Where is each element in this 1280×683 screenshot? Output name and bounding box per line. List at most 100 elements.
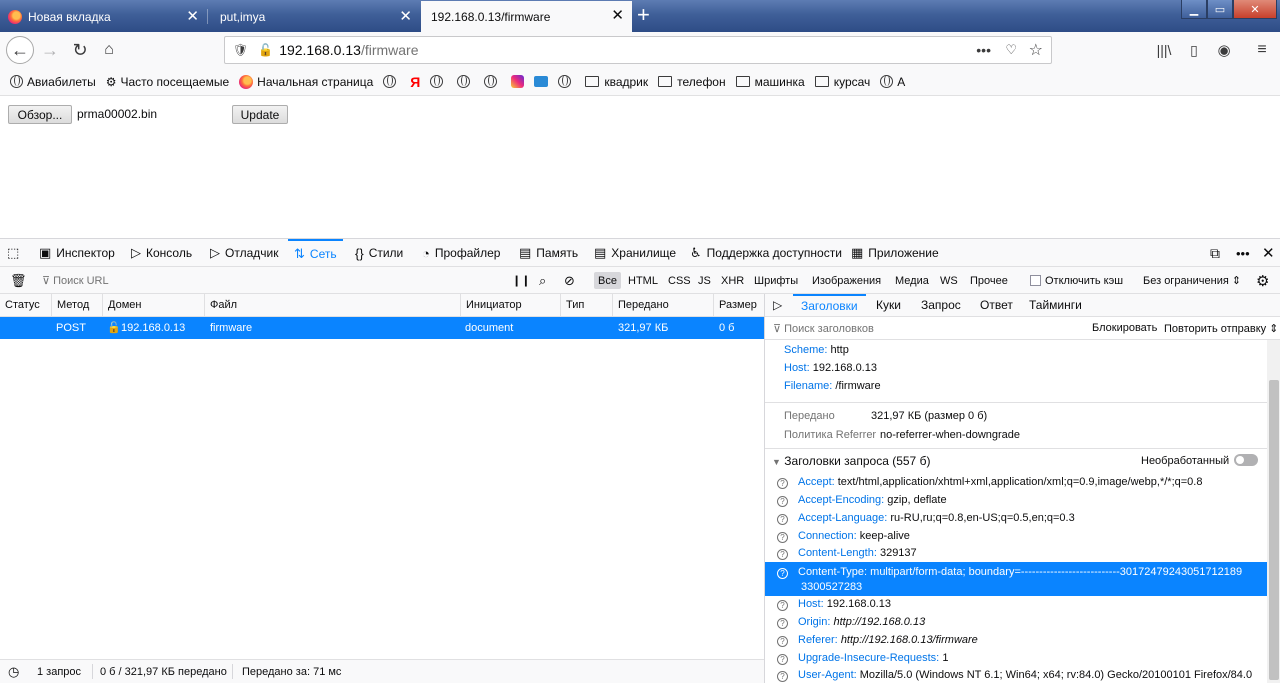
bookmark-item[interactable]: Авиабилеты: [10, 75, 96, 89]
tab-put-imya[interactable]: put,imya ✕: [208, 2, 420, 32]
element-picker-icon[interactable]: ⬚: [7, 239, 24, 267]
library-icon[interactable]: |||\: [1152, 38, 1176, 62]
header-row-selected[interactable]: ? Content-Type: multipart/form-data; boun…: [765, 562, 1267, 596]
bookmark-item[interactable]: [484, 75, 501, 88]
filter-css[interactable]: CSS: [664, 272, 695, 289]
tab-accessibility[interactable]: ♿ Поддержка доступности: [690, 239, 842, 267]
insecure-lock-icon[interactable]: 🔓: [258, 43, 273, 57]
filter-xhr[interactable]: XHR: [717, 272, 748, 289]
maximize-button[interactable]: ▭: [1207, 0, 1233, 19]
bookmark-folder[interactable]: машинка: [735, 75, 805, 89]
bookmark-item[interactable]: [558, 75, 575, 88]
header-row[interactable]: ? Connection: keep-alive: [777, 530, 910, 543]
request-headers-toggle[interactable]: ▼ Заголовки запроса (557 б): [772, 454, 930, 468]
url-filter-input[interactable]: ⊽ Поиск URL: [38, 272, 113, 289]
bookmark-item[interactable]: [534, 76, 549, 87]
pause-icon[interactable]: ❙❙: [508, 272, 534, 289]
help-icon[interactable]: ?: [777, 496, 788, 507]
table-row[interactable]: POST 🔓 192.168.0.13 firmware document 32…: [0, 317, 764, 339]
column-status[interactable]: Статус: [0, 294, 40, 317]
bookmark-folder[interactable]: квадрик: [585, 75, 648, 89]
headers-filter-input[interactable]: ⊽ Поиск заголовков: [773, 322, 874, 335]
header-row[interactable]: ? Content-Length: 329137: [777, 547, 917, 560]
help-icon[interactable]: ?: [777, 514, 788, 525]
tab-request[interactable]: Запрос: [921, 294, 961, 317]
help-icon[interactable]: ?: [777, 478, 788, 489]
back-arrow-icon[interactable]: ←: [6, 36, 34, 64]
tab-style-editor[interactable]: {} Стили: [355, 239, 403, 267]
tab-timings[interactable]: Тайминги: [1029, 294, 1082, 317]
bookmark-item[interactable]: А: [880, 75, 905, 89]
trash-icon[interactable]: 🗑: [6, 272, 31, 289]
tab-new[interactable]: Новая вкладка ✕: [0, 2, 207, 32]
bookmark-item[interactable]: Начальная страница: [239, 74, 373, 89]
tab-application[interactable]: ▦ Приложение: [851, 239, 939, 267]
raw-toggle[interactable]: Необработанный: [1141, 454, 1259, 467]
more-options-icon[interactable]: •••: [1236, 239, 1250, 267]
disable-cache-checkbox[interactable]: Отключить кэш: [1026, 272, 1127, 289]
filter-other[interactable]: Прочее: [966, 272, 1012, 289]
header-row[interactable]: ? User-Agent: Mozilla/5.0 (Windows NT 6.1…: [777, 669, 1252, 682]
help-icon[interactable]: ?: [777, 600, 788, 611]
bookmark-item[interactable]: [383, 75, 400, 88]
filter-js[interactable]: JS: [694, 272, 715, 289]
tab-profiler[interactable]: ◔ Профайлер: [422, 239, 500, 267]
header-row[interactable]: ? Referer: http://192.168.0.13/firmware: [777, 634, 978, 647]
menu-icon[interactable]: ≡: [1250, 38, 1274, 62]
column-size[interactable]: Размер: [713, 294, 757, 317]
toggle-panel-icon[interactable]: ▷: [773, 294, 782, 317]
scrollbar[interactable]: [1267, 340, 1280, 683]
tab-memory[interactable]: ▤ Память: [519, 239, 578, 267]
block-icon[interactable]: ⊘: [560, 272, 579, 289]
bookmark-item[interactable]: [430, 75, 447, 88]
bookmark-folder[interactable]: телефон: [658, 75, 726, 89]
tab-network[interactable]: ⇅ Сеть: [288, 239, 343, 267]
header-row[interactable]: ? Accept-Language: ru-RU,ru;q=0.8,en-US;q…: [777, 512, 1075, 525]
close-devtools-icon[interactable]: ✕: [1262, 239, 1275, 267]
filter-html[interactable]: HTML: [624, 272, 662, 289]
forward-arrow-icon[interactable]: →: [38, 38, 62, 62]
dock-icon[interactable]: ⧉: [1210, 239, 1220, 267]
reload-icon[interactable]: ↻: [68, 38, 92, 62]
tab-inspector[interactable]: ▣ Инспектор: [39, 239, 115, 267]
settings-gear-icon[interactable]: ⚙: [1252, 272, 1273, 290]
window-close-button[interactable]: ✕: [1233, 0, 1277, 19]
tab-headers[interactable]: Заголовки: [793, 294, 866, 317]
help-icon[interactable]: ?: [777, 636, 788, 647]
tab-storage[interactable]: ▤ Хранилище: [594, 239, 676, 267]
bookmark-item[interactable]: ⚙ Часто посещаемые: [106, 75, 229, 89]
home-icon[interactable]: ⌂: [97, 38, 121, 62]
pocket-icon[interactable]: ♡: [1005, 42, 1017, 58]
page-actions-icon[interactable]: •••: [976, 42, 991, 58]
header-row[interactable]: ? Accept-Encoding: gzip, deflate: [777, 494, 947, 507]
help-icon[interactable]: ?: [777, 532, 788, 543]
tab-cookies[interactable]: Куки: [876, 294, 901, 317]
filter-images[interactable]: Изображения: [808, 272, 885, 289]
filter-fonts[interactable]: Шрифты: [750, 272, 802, 289]
column-domain[interactable]: Домен: [102, 294, 141, 317]
column-type[interactable]: Тип: [560, 294, 584, 317]
shield-icon[interactable]: 🛡: [233, 43, 248, 57]
filter-ws[interactable]: WS: [936, 272, 962, 289]
block-button[interactable]: Блокировать: [1092, 322, 1157, 334]
bookmark-item[interactable]: Я: [410, 74, 420, 90]
throttling-select[interactable]: Без ограничения ⇕: [1139, 272, 1245, 289]
header-row[interactable]: ? Host: 192.168.0.13: [777, 598, 891, 611]
help-icon[interactable]: ?: [777, 654, 788, 665]
bookmark-star-icon[interactable]: ☆: [1029, 40, 1043, 60]
bookmark-folder[interactable]: курсач: [814, 75, 870, 89]
tab-firmware[interactable]: 192.168.0.13/firmware ✕: [421, 1, 632, 32]
tab-console[interactable]: ▷ Консоль: [131, 239, 192, 267]
search-icon[interactable]: ⌕: [535, 272, 550, 289]
account-icon[interactable]: ◉: [1212, 38, 1236, 62]
close-icon[interactable]: ✕: [186, 9, 199, 24]
close-icon[interactable]: ✕: [611, 8, 624, 23]
filter-all[interactable]: Все: [594, 272, 621, 289]
performance-icon[interactable]: ◷: [8, 664, 19, 680]
new-tab-icon[interactable]: +: [637, 3, 650, 27]
column-method[interactable]: Метод: [51, 294, 89, 317]
minimize-button[interactable]: ▁: [1181, 0, 1207, 19]
tab-response[interactable]: Ответ: [980, 294, 1013, 317]
help-icon[interactable]: ?: [777, 549, 788, 560]
close-icon[interactable]: ✕: [399, 9, 412, 24]
